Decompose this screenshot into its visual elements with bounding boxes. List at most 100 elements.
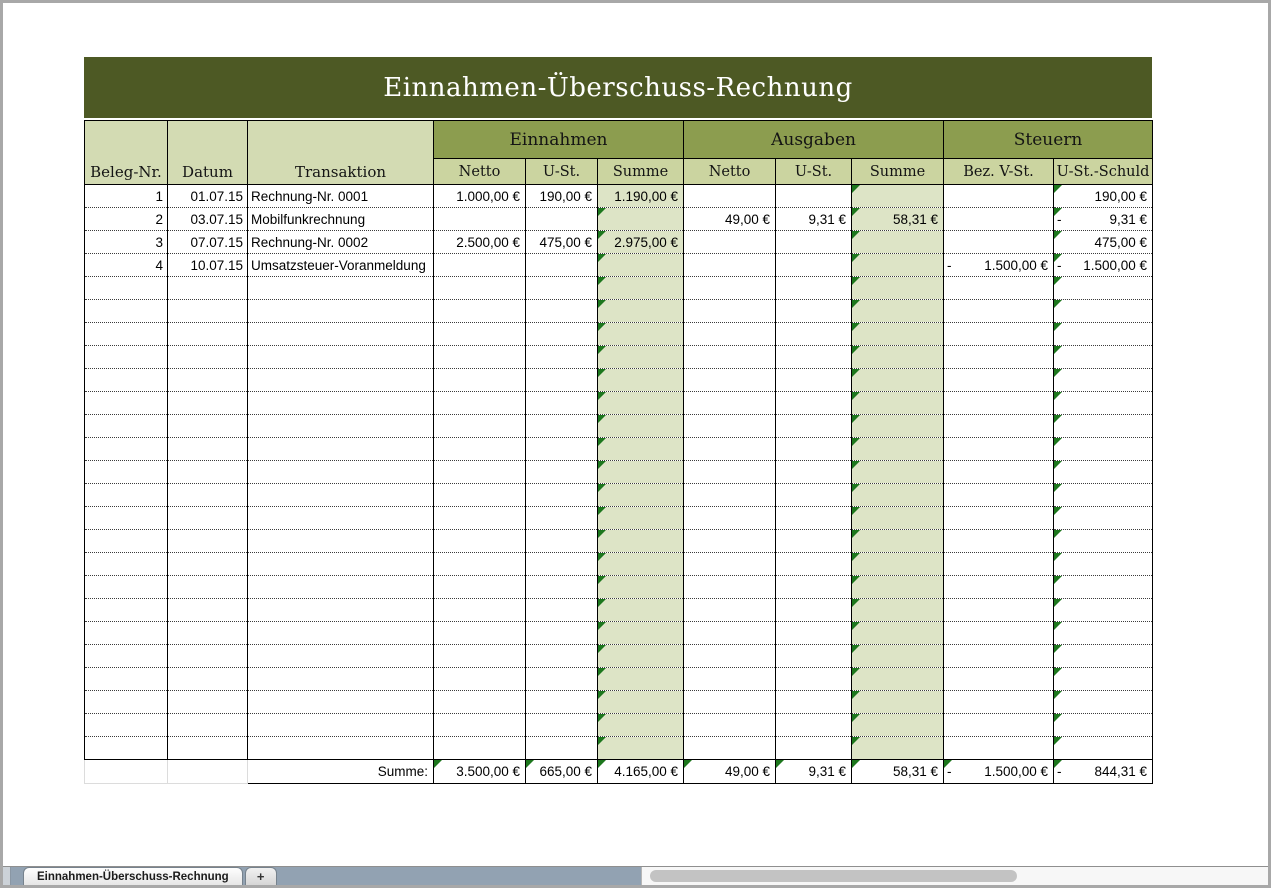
cell-a_summe[interactable] (852, 323, 944, 346)
cell-transaktion[interactable] (248, 530, 434, 553)
cell-e_ust[interactable]: 190,00 € (526, 185, 598, 208)
cell-e_summe[interactable] (598, 553, 684, 576)
subheader-ust-schuld[interactable]: U-St.-Schuld (1054, 159, 1153, 185)
cell-e_netto[interactable] (434, 622, 526, 645)
cell-a_summe[interactable] (852, 553, 944, 576)
cell-a_summe[interactable] (852, 507, 944, 530)
cell-a_netto[interactable] (684, 576, 776, 599)
cell-ust_schuld[interactable]: 190,00 € (1054, 185, 1153, 208)
cell-e_netto[interactable] (434, 737, 526, 760)
cell-a_netto[interactable] (684, 461, 776, 484)
cell-e_netto[interactable] (434, 392, 526, 415)
cell-e_netto[interactable] (434, 369, 526, 392)
cell-e_netto[interactable] (434, 576, 526, 599)
cell-e_summe[interactable] (598, 277, 684, 300)
cell-a_summe[interactable] (852, 369, 944, 392)
cell-bez_vst[interactable] (944, 300, 1054, 323)
cell-datum[interactable] (168, 300, 248, 323)
total-a_netto[interactable]: 49,00 € (684, 760, 776, 784)
subheader-ausgaben-ust[interactable]: U-St. (776, 159, 852, 185)
cell-a_ust[interactable] (776, 553, 852, 576)
cell-transaktion[interactable] (248, 507, 434, 530)
cell-a_ust[interactable] (776, 346, 852, 369)
cell-a_netto[interactable]: 49,00 € (684, 208, 776, 231)
cell-e_netto[interactable] (434, 599, 526, 622)
cell-a_ust[interactable] (776, 277, 852, 300)
cell-a_summe[interactable] (852, 668, 944, 691)
subheader-einnahmen-ust[interactable]: U-St. (526, 159, 598, 185)
cell-nr[interactable] (85, 461, 168, 484)
cell-a_netto[interactable] (684, 277, 776, 300)
cell-datum[interactable] (168, 553, 248, 576)
cell-a_netto[interactable] (684, 254, 776, 277)
cell-a_summe[interactable] (852, 392, 944, 415)
cell-transaktion[interactable] (248, 392, 434, 415)
subheader-ausgaben-summe[interactable]: Summe (852, 159, 944, 185)
cell-a_ust[interactable] (776, 415, 852, 438)
cell-datum[interactable] (168, 277, 248, 300)
cell-a_netto[interactable] (684, 231, 776, 254)
cell-a_summe[interactable] (852, 645, 944, 668)
cell-e_netto[interactable] (434, 438, 526, 461)
total-label[interactable]: Summe: (248, 760, 434, 784)
cell-datum[interactable]: 10.07.15 (168, 254, 248, 277)
cell-a_summe[interactable] (852, 530, 944, 553)
cell-e_ust[interactable] (526, 461, 598, 484)
cell-e_ust[interactable] (526, 254, 598, 277)
cell-transaktion[interactable] (248, 323, 434, 346)
cell-e_ust[interactable] (526, 392, 598, 415)
cell-a_ust[interactable] (776, 691, 852, 714)
cell-nr[interactable] (85, 369, 168, 392)
cell-e_summe[interactable] (598, 461, 684, 484)
total-a_summe[interactable]: 58,31 € (852, 760, 944, 784)
cell-transaktion[interactable]: Mobilfunkrechnung (248, 208, 434, 231)
cell-ust_schuld[interactable] (1054, 645, 1153, 668)
cell-e_ust[interactable] (526, 277, 598, 300)
cell-ust_schuld[interactable]: -1.500,00 € (1054, 254, 1153, 277)
cell-a_ust[interactable] (776, 484, 852, 507)
subheader-bez-vst[interactable]: Bez. V-St. (944, 159, 1054, 185)
cell-datum[interactable] (168, 737, 248, 760)
cell-nr[interactable]: 3 (85, 231, 168, 254)
cell-transaktion[interactable] (248, 714, 434, 737)
cell-e_summe[interactable] (598, 415, 684, 438)
cell-a_ust[interactable] (776, 369, 852, 392)
cell-nr[interactable] (85, 323, 168, 346)
cell-transaktion[interactable] (248, 300, 434, 323)
cell-transaktion[interactable]: Rechnung-Nr. 0001 (248, 185, 434, 208)
cell-a_summe[interactable] (852, 415, 944, 438)
cell-a_ust[interactable] (776, 300, 852, 323)
cell-ust_schuld[interactable] (1054, 461, 1153, 484)
cell-bez_vst[interactable] (944, 714, 1054, 737)
cell-e_summe[interactable] (598, 254, 684, 277)
cell-ust_schuld[interactable] (1054, 714, 1153, 737)
cell-bez_vst[interactable] (944, 392, 1054, 415)
cell-e_summe[interactable] (598, 668, 684, 691)
cell-a_summe[interactable] (852, 231, 944, 254)
cell-e_summe[interactable] (598, 645, 684, 668)
cell-a_ust[interactable] (776, 323, 852, 346)
cell-ust_schuld[interactable] (1054, 392, 1153, 415)
cell-a_summe[interactable] (852, 484, 944, 507)
cell-datum[interactable] (168, 576, 248, 599)
horizontal-scrollbar[interactable] (641, 867, 1268, 885)
total-e_summe[interactable]: 4.165,00 € (598, 760, 684, 784)
cell-datum[interactable] (168, 323, 248, 346)
cell-e_ust[interactable]: 475,00 € (526, 231, 598, 254)
cell-a_netto[interactable] (684, 438, 776, 461)
cell-a_netto[interactable] (684, 530, 776, 553)
cell-e_netto[interactable] (434, 208, 526, 231)
group-header-ausgaben[interactable]: Ausgaben (684, 121, 944, 159)
cell-e_summe[interactable] (598, 346, 684, 369)
cell-datum[interactable] (168, 369, 248, 392)
cell-nr[interactable] (85, 277, 168, 300)
group-header-einnahmen[interactable]: Einnahmen (434, 121, 684, 159)
cell-a_ust[interactable] (776, 231, 852, 254)
cell-bez_vst[interactable] (944, 369, 1054, 392)
cell-ust_schuld[interactable] (1054, 438, 1153, 461)
cell-nr[interactable] (85, 599, 168, 622)
cell-e_summe[interactable] (598, 392, 684, 415)
empty-cell[interactable] (168, 760, 248, 784)
subheader-einnahmen-netto[interactable]: Netto (434, 159, 526, 185)
cell-e_netto[interactable]: 1.000,00 € (434, 185, 526, 208)
